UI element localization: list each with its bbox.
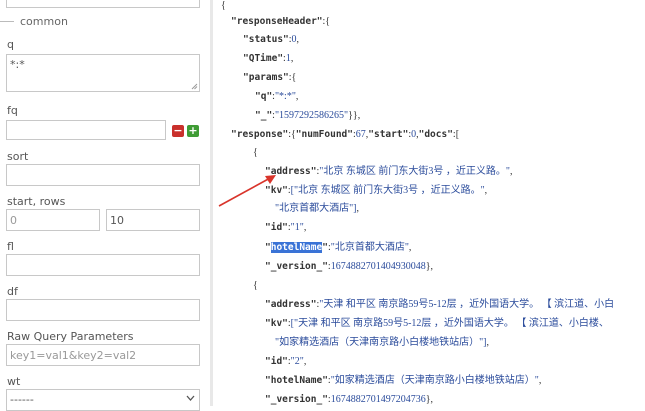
- section-title: common: [20, 15, 68, 28]
- q-value: *:*: [10, 58, 25, 71]
- start-rows-label: start, rows: [7, 195, 66, 208]
- fl-input[interactable]: [6, 254, 200, 276]
- sort-label: sort: [7, 150, 29, 163]
- raw-query-label: Raw Query Parameters: [7, 330, 134, 343]
- section-divider: [0, 21, 14, 22]
- fq-input[interactable]: [6, 120, 166, 140]
- query-form-panel: common q *:* fq − + sort start, rows 0 1…: [0, 0, 210, 411]
- json-line: "_version_":1674882701404930048},: [265, 261, 434, 272]
- resize-handle-icon[interactable]: [191, 83, 198, 90]
- chevron-down-icon: [186, 395, 195, 401]
- start-placeholder: 0: [10, 214, 17, 227]
- rows-input[interactable]: 10: [106, 209, 200, 231]
- rows-value: 10: [110, 214, 124, 227]
- fl-label: fl: [7, 240, 14, 253]
- add-filter-button[interactable]: +: [187, 125, 199, 137]
- json-line: "response":{"numFound":67,"start":0,"doc…: [231, 129, 460, 140]
- raw-query-placeholder: key1=val1&key2=val2: [10, 349, 137, 362]
- json-response-panel: { "responseHeader":{ "status":0, "QTime"…: [213, 0, 645, 406]
- q-label: q: [7, 38, 14, 51]
- sort-input[interactable]: [6, 164, 200, 186]
- start-input[interactable]: 0: [6, 209, 100, 231]
- json-line: "_version_":1674882701497204736},: [265, 394, 434, 405]
- fq-label: fq: [7, 104, 18, 117]
- json-line: {: [253, 280, 258, 291]
- raw-query-input[interactable]: key1=val1&key2=val2: [6, 344, 200, 366]
- df-label: df: [7, 285, 18, 298]
- json-line: "如家精选酒店（天津南京路小白楼地铁站店）"],: [275, 337, 489, 348]
- wt-selected-value: ------: [10, 393, 34, 406]
- selected-text: hotelName: [270, 242, 323, 253]
- top-input-field[interactable]: [6, 0, 200, 8]
- wt-label: wt: [7, 375, 21, 388]
- q-textarea[interactable]: *:*: [6, 54, 200, 92]
- df-input[interactable]: [6, 299, 200, 321]
- json-line: {: [253, 147, 258, 158]
- json-line: {: [221, 0, 226, 11]
- remove-filter-button[interactable]: −: [172, 125, 184, 137]
- wt-select[interactable]: ------: [6, 389, 200, 411]
- common-section-header: common: [0, 12, 210, 32]
